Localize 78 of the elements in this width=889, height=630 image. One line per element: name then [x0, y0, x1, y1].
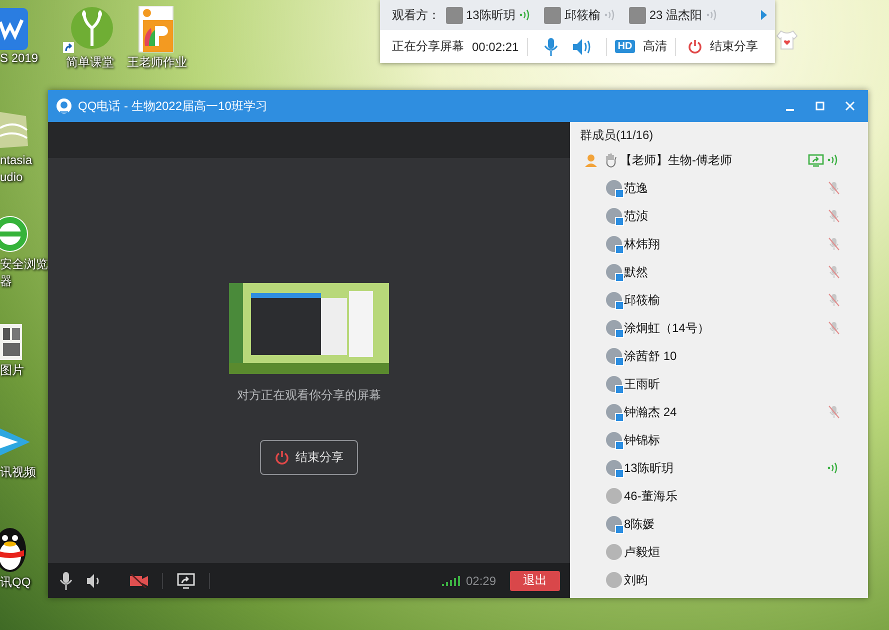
member-name: 卢毅烜 — [624, 544, 661, 560]
desktop-icon-label: 王老师作业 — [127, 54, 187, 71]
power-icon[interactable] — [688, 39, 702, 54]
member-name: 邱筱榆 — [624, 292, 661, 308]
desktop-icon-label: 讯视频 — [0, 464, 36, 481]
member-name: 13陈昕玥 — [624, 460, 674, 476]
next-arrow-icon[interactable] — [761, 10, 767, 20]
member-row[interactable]: 王雨昕 — [580, 370, 868, 398]
member-name: 默然 — [624, 264, 649, 280]
member-row[interactable]: 范浈 — [580, 202, 868, 230]
member-row[interactable]: 刘昀 — [580, 566, 868, 594]
quality-label[interactable]: 高清 — [643, 38, 668, 55]
maximize-icon — [815, 101, 825, 111]
power-icon — [274, 450, 288, 464]
member-row[interactable]: 13陈昕玥 — [580, 454, 868, 482]
member-row[interactable]: 卢毅烜 — [580, 538, 868, 566]
member-name: 林炜翔 — [624, 236, 661, 252]
desktop-icon-label: 图片 — [0, 362, 24, 379]
member-row[interactable]: 8陈媛 — [580, 510, 868, 538]
avatar — [606, 572, 622, 588]
member-name: 王雨昕 — [624, 376, 661, 392]
screen-share-icon[interactable] — [177, 572, 195, 588]
member-name: 涂茜舒 10 — [624, 348, 678, 364]
app-logo-icon — [56, 98, 72, 114]
viewer-name: 13陈昕玥 — [466, 6, 516, 24]
avatar — [606, 488, 622, 504]
photos-icon[interactable] — [0, 322, 24, 362]
app-icon[interactable] — [0, 8, 28, 50]
member-row[interactable]: 【老师】生物-傅老师 — [580, 146, 868, 174]
member-name: 范浈 — [624, 208, 649, 224]
screen-share-icon — [808, 154, 824, 166]
sharing-status: 正在分享屏幕 — [392, 38, 464, 55]
member-name: 钟瀚杰 24 — [624, 404, 678, 420]
desktop-icon-label: udio — [0, 169, 23, 186]
member-row[interactable]: 涂炯虹（14号） — [580, 314, 868, 342]
desktop-icon-label: S 2019 — [0, 50, 38, 67]
member-name: 钟锦标 — [624, 432, 661, 448]
member-row[interactable]: 默然 — [580, 258, 868, 286]
desktop-icon-label: 器 — [0, 273, 12, 290]
desktop-icon-label: 讯QQ — [0, 574, 31, 591]
member-name: 46-董海乐 — [624, 488, 678, 504]
share-notice: 对方正在观看你分享的屏幕 — [237, 386, 381, 404]
camera-icon[interactable] — [130, 574, 148, 588]
close-icon — [845, 101, 855, 111]
end-share-label[interactable]: 结束分享 — [710, 38, 758, 55]
avatar — [606, 544, 622, 560]
member-row[interactable]: 涂茜舒 10 — [580, 342, 868, 370]
avatar — [446, 6, 463, 24]
members-header: 群成员(11/16) — [580, 127, 654, 144]
viewers-label: 观看方： — [392, 6, 440, 24]
desktop-icon-label: 简单课堂 — [66, 54, 114, 71]
member-name: 【老师】生物-傅老师 — [620, 152, 733, 168]
share-timer: 00:02:21 — [472, 40, 519, 54]
window-title: QQ电话 - 生物2022届高一10班学习 — [78, 98, 268, 114]
hand-icon — [604, 152, 618, 168]
member-name: 8陈媛 — [624, 516, 656, 532]
microphone-icon[interactable] — [60, 572, 72, 590]
viewer-name: 邱筱榆 — [564, 6, 600, 24]
signal-icon — [442, 576, 460, 586]
desktop-icon-label: ntasia — [0, 152, 32, 169]
minimize-icon — [786, 109, 794, 111]
member-row[interactable]: 钟锦标 — [580, 426, 868, 454]
avatar — [544, 6, 562, 24]
member-name: 涂炯虹（14号） — [624, 320, 710, 336]
exit-button[interactable]: 退出 — [510, 570, 560, 590]
person-icon — [584, 153, 598, 167]
call-duration: 02:29 — [466, 574, 496, 588]
member-row[interactable]: 46-董海乐 — [580, 482, 868, 510]
member-row[interactable]: 邱筱榆 — [580, 286, 868, 314]
desktop-icon-label: 安全浏览 — [0, 256, 48, 273]
member-row[interactable]: 林炜翔 — [580, 230, 868, 258]
member-row[interactable]: 钟瀚杰 24 — [580, 398, 868, 426]
member-row[interactable]: 范逸 — [580, 174, 868, 202]
member-name: 范逸 — [624, 180, 649, 196]
viewer-name: 23 温杰阳 — [649, 6, 702, 24]
end-share-button[interactable]: 结束分享 — [260, 440, 358, 474]
member-name: 刘昀 — [624, 572, 649, 588]
avatar — [629, 6, 646, 24]
